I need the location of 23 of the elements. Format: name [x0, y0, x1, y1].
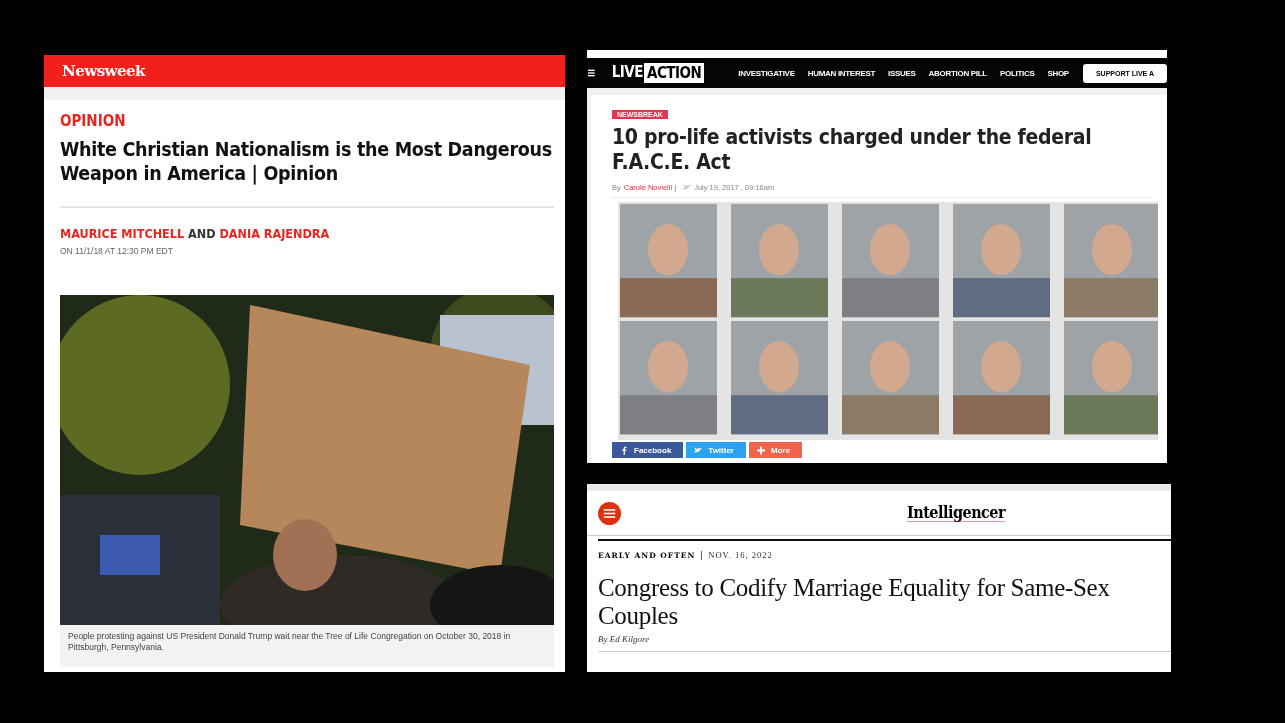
share-button[interactable]: Facebook — [612, 442, 684, 458]
publish-date: NOV. 16, 2022 — [708, 550, 773, 560]
site-logo[interactable]: Newsweek — [62, 62, 145, 80]
bird-icon — [683, 184, 692, 191]
photo-caption: People protesting against US President Donald Trump wait near the Tree of Life Congregation on October 30, 2018 in Pittsburgh, Pennsylvania. — [60, 625, 554, 667]
nav-link[interactable]: ISSUES — [888, 68, 916, 78]
bird-icon — [694, 445, 703, 455]
headline: 10 pro-life activists charged under the federal F.A.C.E. Act — [612, 125, 1093, 175]
timestamp: ON 11/1/18 AT 12:30 PM EDT — [60, 246, 174, 256]
nav-link[interactable]: INVESTIGATIVE — [738, 68, 795, 78]
plus-icon — [757, 445, 765, 455]
nav-link[interactable]: HUMAN INTEREST — [807, 68, 876, 78]
nav-link[interactable]: ABORTION PILL — [928, 68, 987, 78]
section-label[interactable]: OPINION — [60, 112, 554, 130]
byline: MAURICE MITCHELL AND DANIA RAJENDRA — [60, 226, 331, 241]
headline: White Christian Nationalism is the Most Dangerous Weapon in America | Opinion — [60, 138, 553, 186]
menu-icon[interactable] — [588, 68, 595, 78]
nav-link[interactable]: SHOP — [1047, 68, 1069, 78]
headline: Congress to Codify Marriage Equality for Same-Sex Couples — [598, 574, 1111, 630]
byline: By Ed Kilgore — [598, 634, 651, 644]
facebook-icon — [620, 445, 628, 455]
site-logo[interactable]: Intelligencer — [907, 504, 1006, 522]
nav-link[interactable]: POLITICS — [999, 68, 1035, 78]
